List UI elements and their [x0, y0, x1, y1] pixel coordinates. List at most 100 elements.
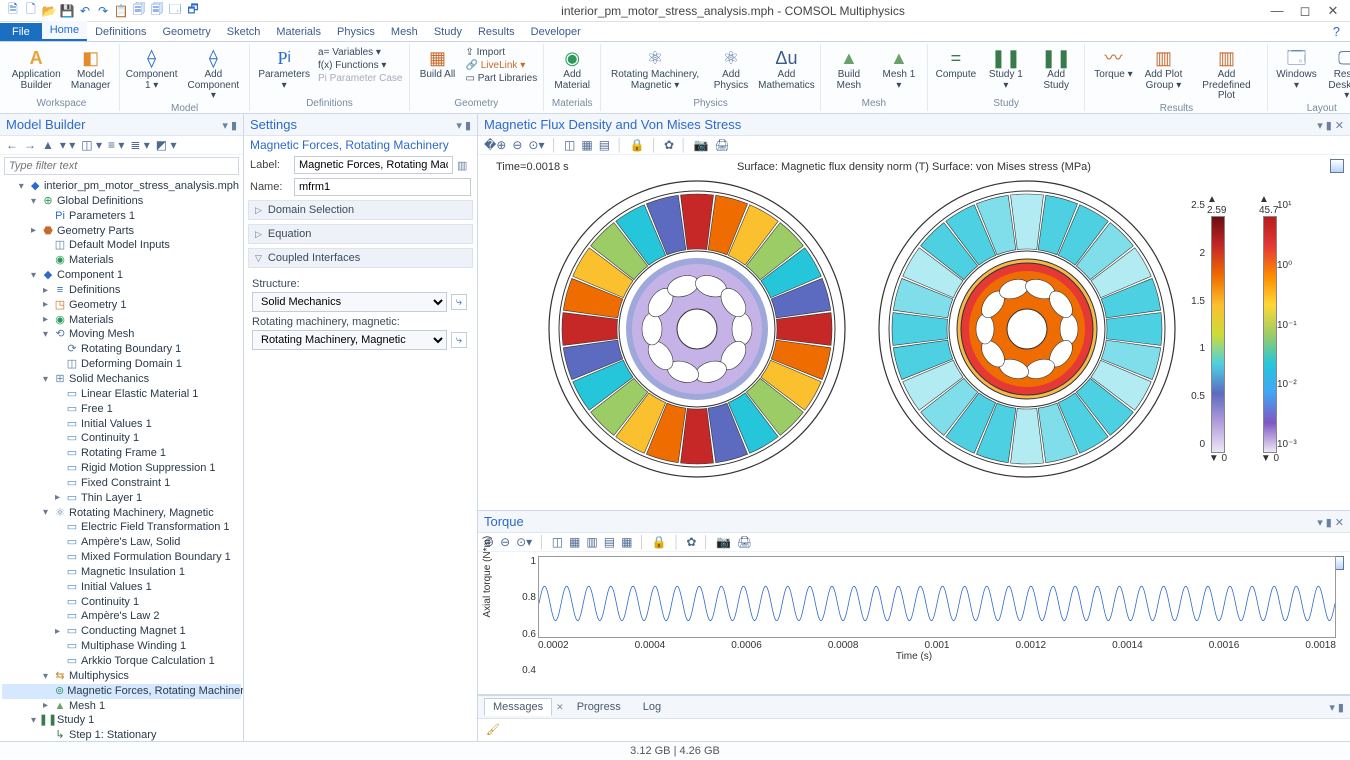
- tree-node[interactable]: ⟳Rotating Boundary 1: [2, 342, 241, 357]
- tree-node[interactable]: ▭Multiphase Winding 1: [2, 639, 241, 654]
- dropdown-icon[interactable]: ▾: [1317, 120, 1323, 132]
- qat-btn[interactable]: 🗔: [168, 4, 182, 18]
- close-icon[interactable]: ▮: [231, 120, 237, 132]
- tree-node[interactable]: ▾⊞Solid Mechanics: [2, 372, 241, 387]
- tree-node[interactable]: ▭Rotating Frame 1: [2, 446, 241, 461]
- tree-node[interactable]: ▾⇆Multiphysics: [2, 669, 241, 684]
- reset-desktop-button[interactable]: 🖵Reset Desktop ▾: [1324, 46, 1350, 103]
- goto-icon[interactable]: ⤷: [451, 332, 467, 348]
- show-button[interactable]: ▾ ▾: [60, 138, 75, 152]
- tree-node[interactable]: ▭Arkkio Torque Calculation 1: [2, 654, 241, 669]
- component-button[interactable]: ⟠Component 1 ▾: [126, 46, 177, 103]
- close-icon[interactable]: ▮: [465, 120, 471, 132]
- torque-canvas[interactable]: [538, 556, 1336, 638]
- add-component-button[interactable]: ⟠Add Component ▾: [183, 46, 243, 103]
- qat-btn[interactable]: 💾: [60, 4, 74, 18]
- tree-node[interactable]: ▭Initial Values 1: [2, 580, 241, 595]
- tree-node[interactable]: ▭Fixed Constraint 1: [2, 476, 241, 491]
- dropdown-icon[interactable]: ▾: [222, 120, 228, 132]
- tree-node[interactable]: ◫Default Model Inputs: [2, 238, 241, 253]
- tab-progress[interactable]: Progress: [568, 698, 630, 716]
- add-material-button[interactable]: ◉Add Material: [550, 46, 594, 92]
- tree-node[interactable]: PiParameters 1: [2, 209, 241, 224]
- tab-physics[interactable]: Physics: [329, 23, 383, 41]
- tree-node[interactable]: ▾⟲Moving Mesh: [2, 327, 241, 342]
- tree-node[interactable]: ▭Mixed Formulation Boundary 1: [2, 550, 241, 565]
- add-physics-button[interactable]: ⚛Add Physics: [709, 46, 753, 92]
- plot-tool-button[interactable]: 📷: [694, 138, 709, 152]
- plot-tool-button[interactable]: ▤: [604, 535, 615, 549]
- qat-btn[interactable]: 📂: [42, 4, 56, 18]
- model-tree[interactable]: ▾◆interior_pm_motor_stress_analysis.mph▾…: [0, 177, 243, 741]
- plot-tool-button[interactable]: ▥: [586, 535, 597, 549]
- tab-sketch[interactable]: Sketch: [219, 23, 269, 41]
- tab-materials[interactable]: Materials: [268, 23, 329, 41]
- parameters-button[interactable]: PiParameters ▾: [256, 46, 312, 92]
- up-button[interactable]: ▲: [42, 138, 54, 152]
- plot-tool-button[interactable]: 🔒: [652, 535, 667, 549]
- dropdown-icon[interactable]: ▾: [456, 120, 462, 132]
- tree-node[interactable]: ▸≡Definitions: [2, 283, 241, 298]
- add-predefined-plot-button[interactable]: ▥Add Predefined Plot: [1191, 46, 1261, 103]
- tree-node[interactable]: ▭Free 1: [2, 402, 241, 417]
- fullscreen-icon[interactable]: [1330, 159, 1344, 173]
- tree-node[interactable]: ▭Magnetic Insulation 1: [2, 565, 241, 580]
- qat-btn[interactable]: ↶: [78, 4, 92, 18]
- tree-node[interactable]: ▸◉Materials: [2, 313, 241, 328]
- section-equation[interactable]: ▷Equation: [248, 224, 473, 244]
- variables-button[interactable]: a= Variables ▾: [318, 46, 402, 59]
- goto-icon[interactable]: ⤷: [451, 294, 467, 310]
- structure-select[interactable]: Solid Mechanics: [252, 292, 447, 312]
- qat-btn[interactable]: 🗐: [150, 4, 164, 18]
- maximize-button[interactable]: ◻: [1292, 3, 1318, 19]
- tab-log[interactable]: Log: [634, 698, 670, 716]
- file-tab[interactable]: File: [0, 23, 42, 41]
- torque-plot-button[interactable]: 〰Torque ▾: [1091, 46, 1135, 103]
- section-domain[interactable]: ▷Domain Selection: [248, 200, 473, 220]
- plot-tool-button[interactable]: ⊙▾: [516, 535, 532, 549]
- part-libraries-button[interactable]: ▭ Part Libraries: [466, 72, 538, 85]
- build-mesh-button[interactable]: ▲Build Mesh: [827, 46, 871, 92]
- plot-tool-button[interactable]: �⊕: [484, 138, 506, 152]
- tree-node[interactable]: ↳Step 1: Stationary: [2, 728, 241, 741]
- rmm-select[interactable]: Rotating Machinery, Magnetic: [252, 330, 447, 350]
- plot-tool-button[interactable]: ⊖: [512, 138, 522, 152]
- section-coupled[interactable]: ▽Coupled Interfaces: [248, 248, 473, 268]
- plot-tool-button[interactable]: 🔒: [630, 138, 645, 152]
- functions-button[interactable]: f(x) Functions ▾: [318, 59, 402, 72]
- qat-btn[interactable]: 🗋: [24, 4, 38, 18]
- edit-icon[interactable]: ▥: [457, 159, 471, 172]
- tree-node[interactable]: ▭Ampère's Law 2: [2, 609, 241, 624]
- plot-tool-button[interactable]: 📷: [716, 535, 731, 549]
- plot-tool-button[interactable]: 🖨: [715, 138, 730, 152]
- qat-btn[interactable]: 📋: [114, 4, 128, 18]
- tab-developer[interactable]: Developer: [523, 23, 589, 41]
- qat-btn[interactable]: ↷: [96, 4, 110, 18]
- close-icon[interactable]: ✕: [1335, 120, 1344, 132]
- filter-input[interactable]: [4, 157, 239, 175]
- tab-home[interactable]: Home: [42, 21, 87, 41]
- flag-button[interactable]: ◩ ▾: [156, 138, 177, 152]
- tree-node[interactable]: ▸⬣Geometry Parts: [2, 224, 241, 239]
- add-study-button[interactable]: ❚❚Add Study: [1034, 46, 1079, 92]
- compute-button[interactable]: =Compute: [934, 46, 978, 92]
- plot1-canvas[interactable]: Time=0.0018 s Surface: Magnetic flux den…: [478, 155, 1350, 510]
- collapse-button[interactable]: ◫ ▾: [81, 138, 102, 152]
- tree-node[interactable]: ◉Materials: [2, 253, 241, 268]
- name-input[interactable]: [294, 178, 471, 196]
- tab-geometry[interactable]: Geometry: [154, 23, 218, 41]
- plot-tool-button[interactable]: 🖨: [737, 535, 752, 549]
- dropdown-icon[interactable]: ▾: [1317, 517, 1323, 529]
- application-builder-button[interactable]: AApplication Builder: [10, 46, 62, 92]
- add-plot-group-button[interactable]: ▥Add Plot Group ▾: [1141, 46, 1185, 103]
- tree-node[interactable]: ⊚Magnetic Forces, Rotating Machinery 1: [2, 684, 241, 699]
- tree-node[interactable]: ▾◆Component 1: [2, 268, 241, 283]
- close-button[interactable]: ✕: [1320, 3, 1346, 19]
- tree-node[interactable]: ▭Initial Values 1: [2, 417, 241, 432]
- tree-node[interactable]: ▭Electric Field Transformation 1: [2, 520, 241, 535]
- plot-tool-button[interactable]: ▤: [599, 138, 610, 152]
- tree-node[interactable]: ▭Linear Elastic Material 1: [2, 387, 241, 402]
- tree-node[interactable]: ▾⊕Global Definitions: [2, 194, 241, 209]
- minimize-button[interactable]: —: [1264, 3, 1290, 19]
- plot-tool-button[interactable]: ⊙▾: [528, 138, 544, 152]
